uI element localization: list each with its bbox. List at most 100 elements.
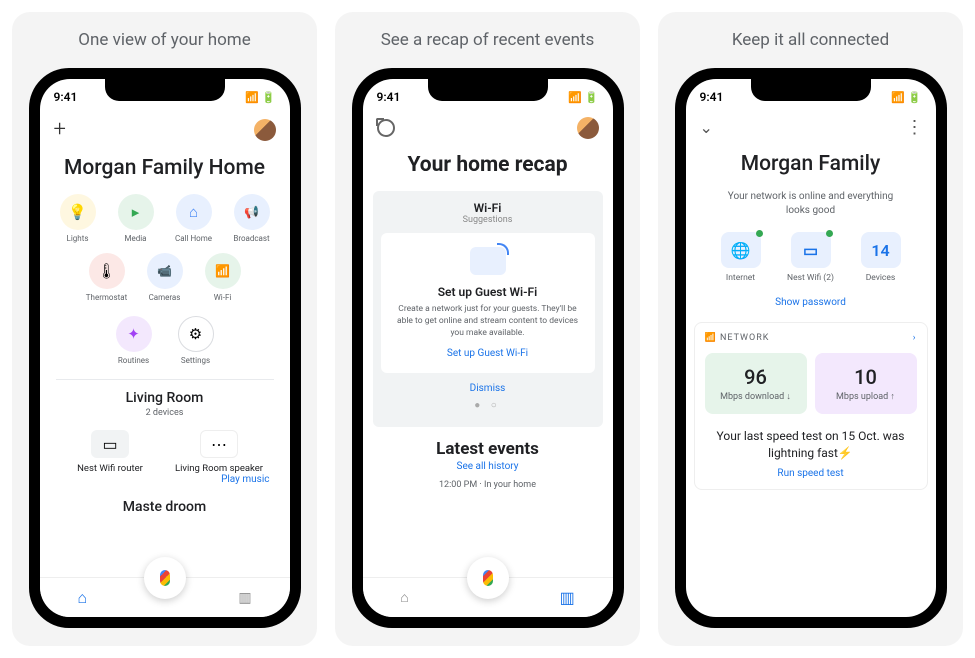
setup-guest-wifi-link[interactable]: Set up Guest Wi-Fi: [391, 348, 585, 359]
tagline: Keep it all connected: [732, 30, 889, 50]
upload-speed: 10Mbps upload ↑: [815, 353, 917, 414]
wifi-button[interactable]: 📶Wi-Fi: [195, 253, 251, 302]
nav-feed-icon[interactable]: ▥: [238, 590, 251, 606]
run-speed-test-link[interactable]: Run speed test: [705, 468, 917, 479]
assistant-fab[interactable]: [467, 557, 509, 599]
status-indicators: 📶 🔋: [245, 91, 275, 104]
network-card: 📶 NETWORK › 96Mbps download ↓ 10Mbps upl…: [694, 322, 928, 490]
status-indicators: 📶 🔋: [891, 91, 921, 104]
phone-screen: 9:41 📶 🔋 + Morgan Family Home 💡Lights ▸M…: [40, 79, 290, 617]
status-indicators: 📶 🔋: [568, 91, 598, 104]
mic-icon: [160, 570, 170, 586]
status-time: 9:41: [54, 90, 78, 104]
media-button[interactable]: ▸Media: [108, 194, 164, 243]
broadcast-button[interactable]: 📢Broadcast: [224, 194, 280, 243]
room2-name: Maste droom: [40, 499, 290, 515]
speaker-icon: ⋯: [200, 430, 238, 458]
panel-recap: See a recap of recent events 9:41 📶 🔋 Yo…: [335, 12, 640, 646]
top-bar: [363, 109, 613, 147]
mic-icon: [483, 570, 493, 586]
home-title: Morgan Family Home: [40, 150, 290, 194]
chevron-right-icon: ›: [913, 333, 917, 343]
status-time: 9:41: [377, 90, 401, 104]
lights-icon: 💡: [60, 194, 96, 230]
routines-button[interactable]: ✦Routines: [106, 316, 162, 365]
panel-home-view: One view of your home 9:41 📶 🔋 + Morgan …: [12, 12, 317, 646]
pager-dots: ● ○: [381, 400, 595, 411]
call-home-button[interactable]: ⌂Call Home: [166, 194, 222, 243]
avatar[interactable]: [254, 119, 276, 141]
status-time: 9:41: [700, 90, 724, 104]
notch: [751, 79, 871, 101]
recap-title: Your home recap: [363, 147, 613, 191]
globe-icon: 🌐: [721, 232, 761, 268]
divider: [56, 379, 274, 380]
assistant-fab[interactable]: [144, 557, 186, 599]
top-bar: ⌄ ⋮: [686, 109, 936, 146]
routines-icon: ✦: [116, 316, 152, 352]
top-bar: +: [40, 109, 290, 150]
device-speaker[interactable]: ⋯Living Room speaker: [169, 430, 269, 474]
phone-screen: 9:41 📶 🔋 Your home recap Wi-Fi Suggestio…: [363, 79, 613, 617]
network-items: 🌐Internet ▭Nest Wifi (2) 14Devices: [686, 232, 936, 283]
device-row: ▭Nest Wifi router ⋯Living Room speaker: [40, 418, 290, 474]
card-body: Create a network just for your guests. T…: [391, 304, 585, 340]
gear-icon: ⚙: [178, 316, 214, 352]
speed-row: 96Mbps download ↓ 10Mbps upload ↑: [705, 353, 917, 414]
broadcast-icon: 📢: [234, 194, 270, 230]
guest-wifi-card: Set up Guest Wi-Fi Create a network just…: [381, 233, 595, 373]
network-status: Your network is online and everything lo…: [686, 190, 936, 232]
wifi-small-icon: 📶 NETWORK: [705, 333, 770, 343]
router-icon: ▭: [91, 430, 129, 458]
status-dot: [756, 230, 763, 237]
play-music-link[interactable]: Play music: [40, 474, 290, 485]
room-device-count: 2 devices: [40, 408, 290, 418]
nest-wifi-button[interactable]: ▭Nest Wifi (2): [780, 232, 842, 283]
phone-screen: 9:41 📶 🔋 ⌄ ⋮ Morgan Family Your network …: [686, 79, 936, 617]
nav-feed-icon[interactable]: ▥: [560, 588, 575, 607]
router-icon: ▭: [791, 232, 831, 268]
quick-actions-row2: 🌡Thermostat 📹Cameras 📶Wi-Fi: [40, 253, 290, 302]
quick-actions-row1: 💡Lights ▸Media ⌂Call Home 📢Broadcast: [40, 194, 290, 243]
media-icon: ▸: [118, 194, 154, 230]
thermostat-button[interactable]: 🌡Thermostat: [79, 253, 135, 302]
wifi-icon: 📶: [205, 253, 241, 289]
camera-icon: 📹: [147, 253, 183, 289]
device-count: 14: [861, 232, 901, 268]
quick-actions-row3: ✦Routines ⚙Settings: [40, 316, 290, 365]
nav-home-icon[interactable]: ⌂: [400, 589, 408, 606]
event-row[interactable]: 12:00 PM · In your home: [363, 480, 613, 490]
see-all-history-link[interactable]: See all history: [363, 461, 613, 472]
internet-button[interactable]: 🌐Internet: [710, 232, 772, 283]
home-icon: ⌂: [176, 194, 212, 230]
network-card-header[interactable]: 📶 NETWORK ›: [705, 333, 917, 343]
more-menu-icon[interactable]: ⋮: [906, 117, 922, 138]
card-heading: Set up Guest Wi-Fi: [391, 285, 585, 299]
add-button[interactable]: +: [54, 117, 66, 142]
tagline: One view of your home: [78, 30, 250, 50]
room-name: Living Room: [40, 390, 290, 406]
chevron-down-icon[interactable]: ⌄: [700, 118, 713, 137]
dismiss-link[interactable]: Dismiss: [381, 383, 595, 394]
show-password-link[interactable]: Show password: [686, 297, 936, 308]
device-nest-wifi[interactable]: ▭Nest Wifi router: [60, 430, 160, 474]
lights-button[interactable]: 💡Lights: [50, 194, 106, 243]
devices-button[interactable]: 14Devices: [850, 232, 912, 283]
settings-button[interactable]: ⚙Settings: [168, 316, 224, 365]
tagline: See a recap of recent events: [381, 30, 595, 50]
network-name: Morgan Family: [686, 146, 936, 190]
avatar[interactable]: [577, 117, 599, 139]
thermostat-icon: 🌡: [89, 253, 125, 289]
cameras-button[interactable]: 📹Cameras: [137, 253, 193, 302]
box-subtitle: Suggestions: [381, 215, 595, 225]
phone-frame: 9:41 📶 🔋 Your home recap Wi-Fi Suggestio…: [352, 68, 624, 628]
download-speed: 96Mbps download ↓: [705, 353, 807, 414]
wifi-suggestion-box: Wi-Fi Suggestions Set up Guest Wi-Fi Cre…: [373, 191, 603, 427]
notch: [105, 79, 225, 101]
box-title: Wi-Fi: [381, 201, 595, 215]
nav-home-icon[interactable]: ⌂: [77, 588, 87, 608]
guest-wifi-icon: [470, 247, 506, 275]
phone-frame: 9:41 📶 🔋 ⌄ ⋮ Morgan Family Your network …: [675, 68, 947, 628]
notch: [428, 79, 548, 101]
history-icon[interactable]: [377, 119, 395, 137]
